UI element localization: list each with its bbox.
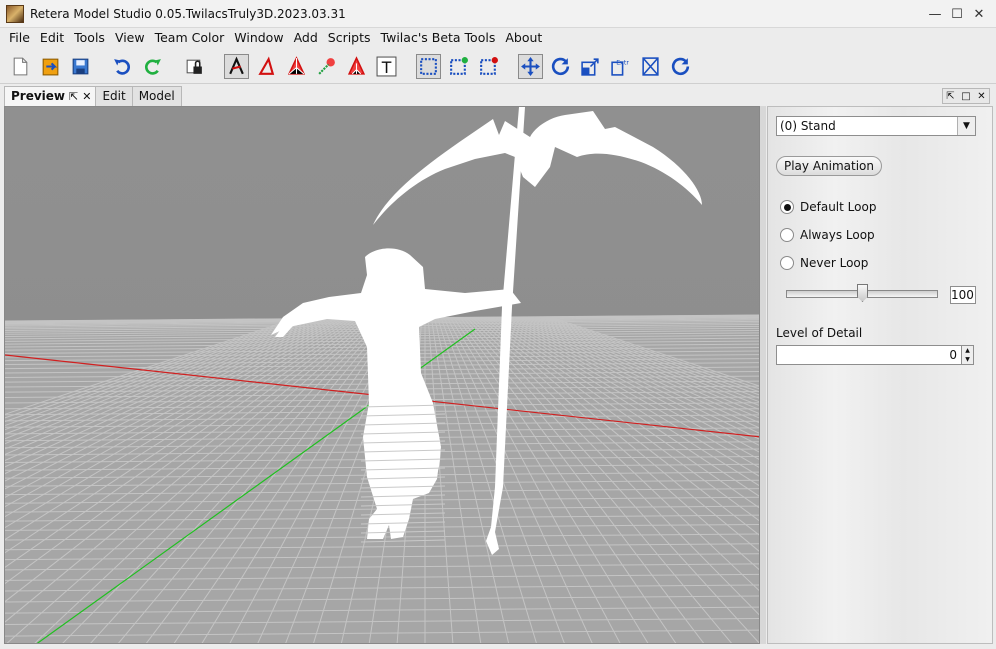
window-title: Retera Model Studio 0.05.TwilacsTruly3D.… (30, 6, 346, 21)
save-icon[interactable] (68, 54, 93, 79)
animation-select[interactable]: (0) Stand ▼ (776, 116, 976, 136)
text-icon-glyph: T (381, 58, 392, 77)
radio-never-loop[interactable]: Never Loop (780, 256, 868, 270)
radio-always-loop-label: Always Loop (800, 228, 875, 242)
toolbar: T Extr (0, 50, 996, 84)
select-group-icon[interactable] (284, 54, 309, 79)
lod-label: Level of Detail (776, 326, 863, 340)
redo-icon[interactable] (140, 54, 165, 79)
menu-twilacs-beta-tools[interactable]: Twilac's Beta Tools (376, 28, 501, 48)
app-logo-icon (6, 4, 24, 23)
move-icon[interactable] (518, 54, 543, 79)
undo-icon[interactable] (110, 54, 135, 79)
tab-preview[interactable]: Preview ⇱ ✕ (4, 86, 97, 106)
menu-scripts[interactable]: Scripts (323, 28, 376, 48)
select-triangle-icon[interactable] (344, 54, 369, 79)
new-file-icon[interactable] (8, 54, 33, 79)
radio-always-loop[interactable]: Always Loop (780, 228, 875, 242)
menu-team-color[interactable]: Team Color (150, 28, 230, 48)
lock-icon[interactable] (182, 54, 207, 79)
radio-default-loop[interactable]: Default Loop (780, 200, 876, 214)
close-button[interactable]: ✕ (968, 4, 990, 24)
lod-input[interactable]: 0 (776, 345, 962, 365)
select-add-icon[interactable] (446, 54, 471, 79)
rotate-alt-icon[interactable] (668, 54, 693, 79)
panel-close-icon[interactable]: ✕ (977, 91, 985, 102)
tab-edit[interactable]: Edit (95, 86, 133, 106)
animation-panel: (0) Stand ▼ Play Animation Default Loop … (767, 106, 993, 644)
panel-maximize-icon[interactable]: □ (961, 91, 970, 102)
pane-splitter[interactable] (760, 106, 766, 644)
title-bar: Retera Model Studio 0.05.TwilacsTruly3D.… (0, 0, 996, 28)
speed-slider-thumb[interactable] (857, 284, 868, 302)
play-animation-button[interactable]: Play Animation (776, 156, 882, 176)
select-bone-icon[interactable] (314, 54, 339, 79)
radio-default-loop-label: Default Loop (800, 200, 877, 214)
select-vertex-icon[interactable] (224, 54, 249, 79)
tab-pin-icon[interactable]: ⇱ (69, 87, 78, 106)
view-tabs: Preview ⇱ ✕ Edit Model (4, 86, 182, 106)
maximize-button[interactable]: ☐ (946, 4, 968, 24)
radio-always-loop-dot[interactable] (780, 228, 794, 242)
stepper-up-icon[interactable]: ▲ (965, 347, 970, 354)
rotate-icon[interactable] (548, 54, 573, 79)
tab-close-icon[interactable]: ✕ (82, 87, 91, 106)
tab-model[interactable]: Model (131, 86, 182, 106)
extrude-icon-label: Extr (616, 59, 629, 66)
preview-viewport[interactable] (4, 106, 760, 644)
open-file-icon[interactable] (38, 54, 63, 79)
menu-edit[interactable]: Edit (35, 28, 69, 48)
menu-file[interactable]: File (4, 28, 35, 48)
extrude-icon[interactable]: Extr (608, 54, 633, 79)
viewport-canvas[interactable] (5, 107, 760, 644)
scale-icon[interactable] (578, 54, 603, 79)
radio-default-loop-dot[interactable] (780, 200, 794, 214)
select-rect-icon[interactable] (416, 54, 441, 79)
minimize-button[interactable]: — (924, 4, 946, 24)
animation-select-value: (0) Stand (780, 119, 836, 133)
lod-stepper[interactable]: ▲ ▼ (961, 345, 974, 365)
panel-tab-controls: ⇱ □ ✕ (942, 88, 990, 104)
menu-window[interactable]: Window (229, 28, 288, 48)
menu-view[interactable]: View (110, 28, 150, 48)
menu-about[interactable]: About (500, 28, 547, 48)
speed-value-field[interactable]: 100 (950, 286, 976, 304)
stepper-down-icon[interactable]: ▼ (965, 356, 970, 363)
select-remove-icon[interactable] (476, 54, 501, 79)
mirror-icon[interactable] (638, 54, 663, 79)
tab-preview-label: Preview (11, 89, 66, 103)
menu-tools[interactable]: Tools (69, 28, 110, 48)
menu-add[interactable]: Add (289, 28, 323, 48)
radio-never-loop-dot[interactable] (780, 256, 794, 270)
select-face-icon[interactable] (254, 54, 279, 79)
chevron-down-icon[interactable]: ▼ (957, 117, 975, 135)
text-icon[interactable]: T (374, 54, 399, 79)
panel-pin-icon[interactable]: ⇱ (946, 91, 954, 102)
menu-bar: File Edit Tools View Team Color Window A… (0, 28, 996, 48)
radio-never-loop-label: Never Loop (800, 256, 869, 270)
